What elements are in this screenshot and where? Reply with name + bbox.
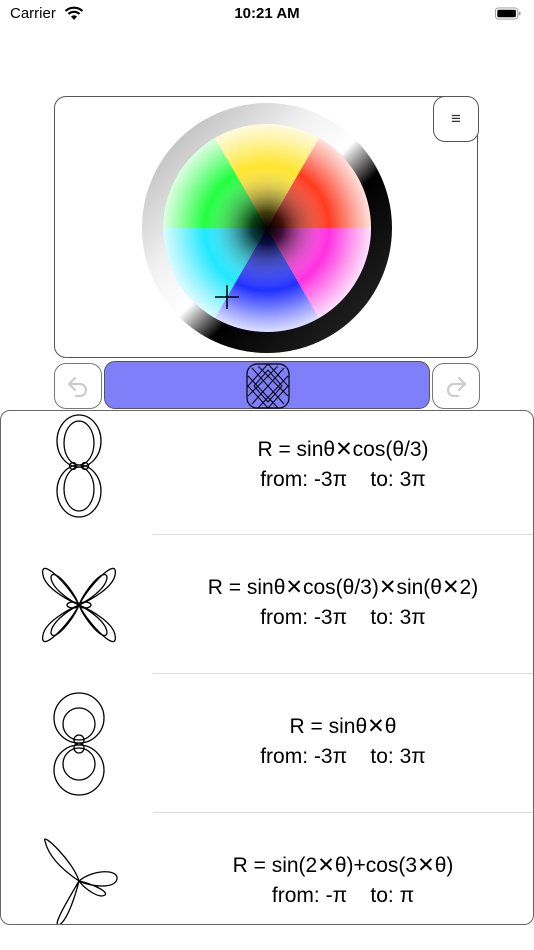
hamburger-menu-icon: ≡ [451, 109, 461, 128]
formula-range: from: -3π to: 3π [153, 742, 533, 772]
formula-equation: R = sinθ✕θ [289, 715, 397, 738]
formula-text: R = sinθ✕θ from: -3π to: 3π [153, 712, 533, 772]
to-value: π [399, 884, 415, 907]
from-label: from: [260, 606, 309, 629]
to-value: 3π [399, 745, 426, 768]
current-curve-thumbnail [246, 363, 290, 409]
curve-thumbnail [44, 838, 118, 924]
formula-range: from: -3π to: 3π [153, 465, 533, 495]
from-label: from: [260, 468, 309, 491]
list-item[interactable]: R = sinθ✕θ from: -3π to: 3π [1, 674, 533, 813]
list-item[interactable]: R = sin(2✕θ)+cos(3✕θ) from: -π to: π [1, 813, 533, 924]
to-value: 3π [399, 606, 426, 629]
status-bar: Carrier 10:21 AM [0, 0, 534, 30]
undo-button[interactable] [54, 363, 102, 409]
color-wheel[interactable] [140, 102, 396, 358]
formula-equation: R = sin(2✕θ)+cos(3✕θ) [232, 854, 454, 877]
menu-button[interactable]: ≡ [433, 96, 479, 142]
formula-text: R = sin(2✕θ)+cos(3✕θ) from: -π to: π [153, 851, 533, 911]
to-label: to: [370, 468, 394, 491]
battery-icon [495, 7, 521, 20]
list-item[interactable]: R = sinθ✕cos(θ/3) from: -3π to: 3π [1, 411, 533, 535]
formula-text: R = sinθ✕cos(θ/3)✕sin(θ✕2) from: -3π to:… [153, 573, 533, 633]
to-label: to: [370, 884, 394, 907]
clock: 10:21 AM [234, 5, 300, 22]
from-value: -3π [313, 745, 348, 768]
from-label: from: [260, 745, 309, 768]
undo-arrow-icon [67, 376, 88, 398]
from-label: from: [271, 884, 320, 907]
formula-equation: R = sinθ✕cos(θ/3) [257, 438, 429, 461]
to-label: to: [370, 745, 394, 768]
curve-thumbnail [53, 692, 105, 796]
to-label: to: [370, 606, 394, 629]
from-value: -3π [313, 606, 348, 629]
from-value: -3π [313, 468, 348, 491]
list-item[interactable]: R = sinθ✕cos(θ/3)✕sin(θ✕2) from: -3π to:… [1, 535, 533, 674]
formula-list: R = sinθ✕cos(θ/3) from: -3π to: 3π R = s… [0, 410, 534, 925]
formula-text: R = sinθ✕cos(θ/3) from: -3π to: 3π [153, 435, 533, 495]
formula-equation: R = sinθ✕cos(θ/3)✕sin(θ✕2) [207, 576, 479, 599]
current-curve-color-bar[interactable] [104, 361, 430, 409]
curve-thumbnail [56, 414, 102, 518]
formula-range: from: -3π to: 3π [153, 603, 533, 633]
curve-thumbnail [42, 567, 116, 643]
formula-range: from: -π to: π [153, 881, 533, 911]
to-value: 3π [399, 468, 426, 491]
from-value: -π [325, 884, 348, 907]
redo-button[interactable] [432, 363, 480, 409]
redo-arrow-icon [446, 376, 467, 398]
